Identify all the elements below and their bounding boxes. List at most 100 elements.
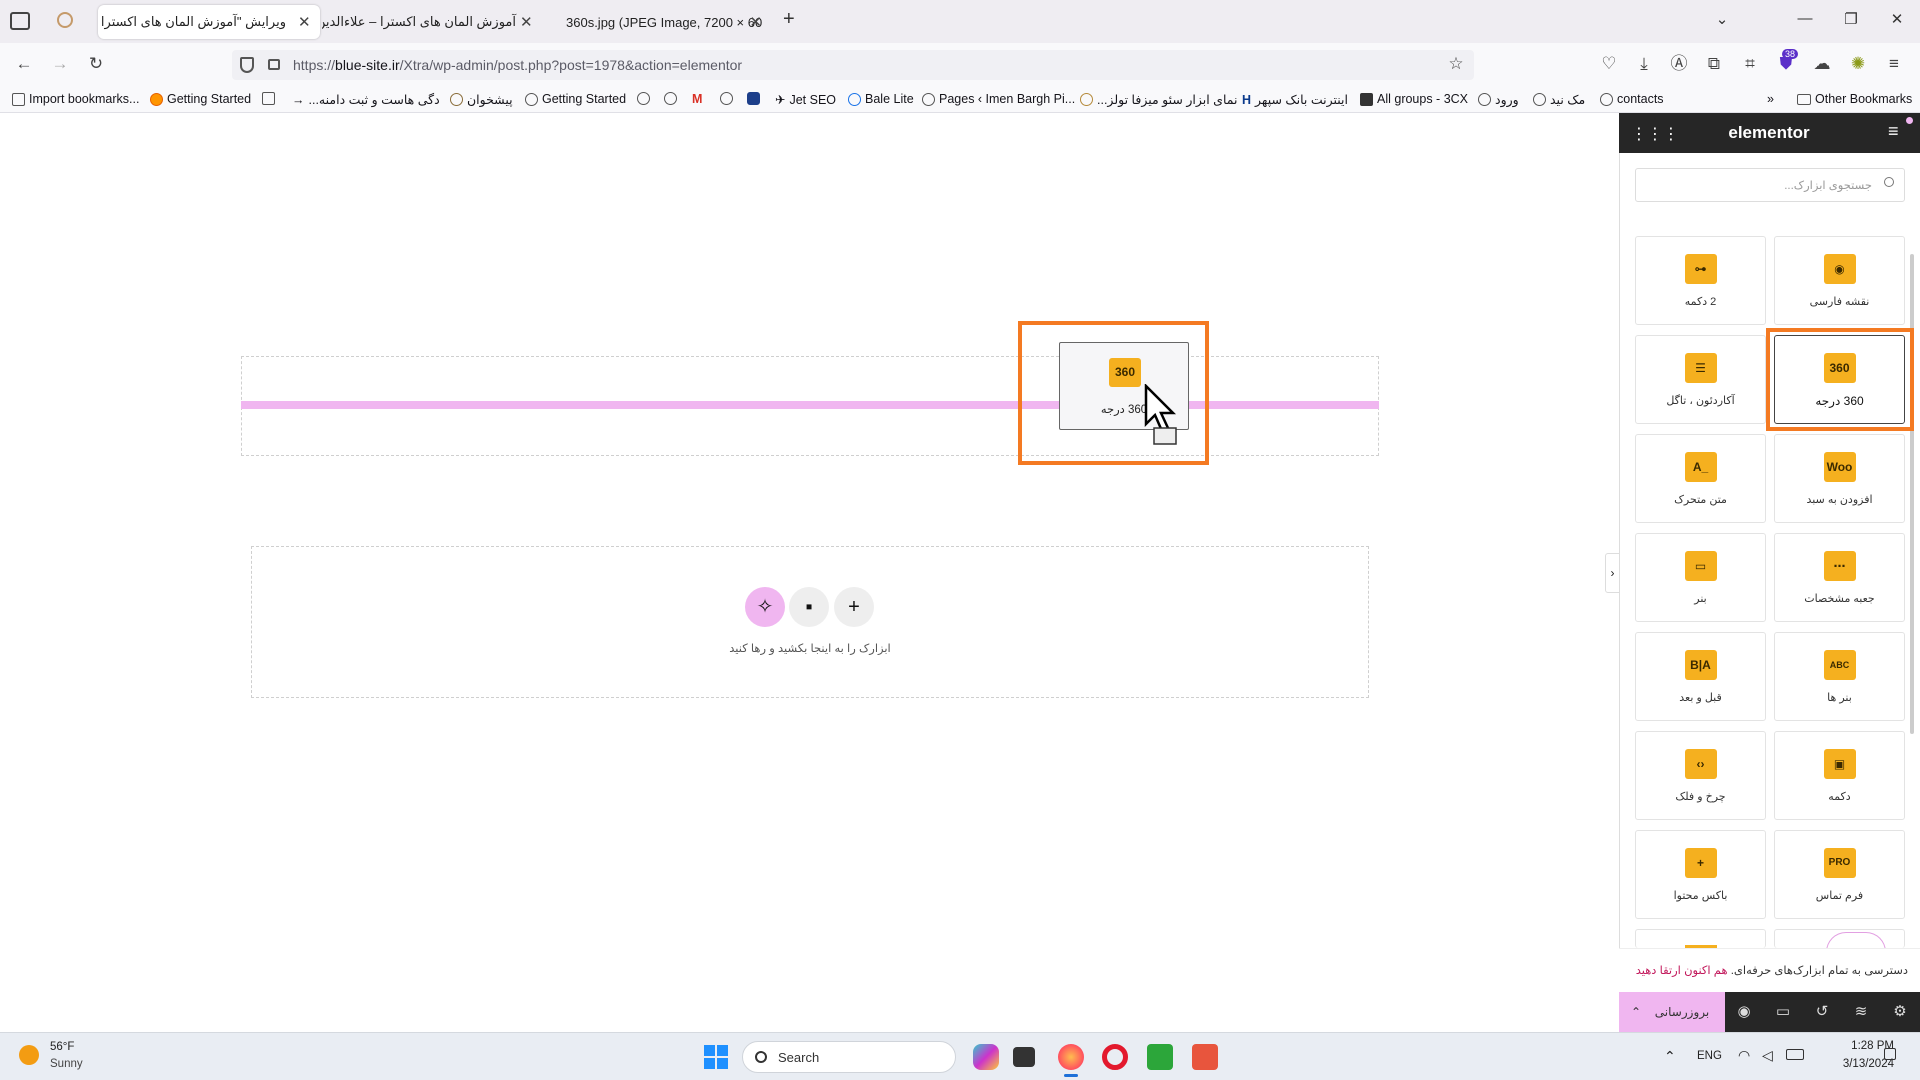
bookmark-item[interactable]: → ...دگی هاست و ثبت دامنه (292, 92, 440, 108)
close-tab-icon[interactable]: ✕ (749, 13, 762, 31)
close-tab-icon[interactable]: ✕ (298, 13, 311, 31)
navigator-layers-icon[interactable]: ≋ (1849, 1000, 1873, 1024)
widget-before-after[interactable]: B|A قبل و بعد (1635, 632, 1766, 721)
copilot-icon[interactable] (973, 1044, 999, 1070)
template-folder-button[interactable]: ▪ (789, 587, 829, 627)
extensions-icon[interactable]: ⧉ (1702, 52, 1726, 76)
extension-gear-icon[interactable]: ✺ (1846, 52, 1870, 76)
add-section-button[interactable]: + (834, 587, 874, 627)
battery-icon[interactable] (1786, 1049, 1804, 1060)
bookmark-item[interactable]: ✈ Jet SEO (775, 92, 836, 108)
tab-list-icon[interactable] (10, 12, 30, 30)
widget-dual-button[interactable]: ⊶ 2 دکمه (1635, 236, 1766, 325)
bookmark-item[interactable]: ...نمای ابزار سئو میزفا تولز (1080, 92, 1237, 107)
widget-accordion[interactable]: ☰ آکاردئون ، تاگل (1635, 335, 1766, 424)
forward-icon[interactable]: → (48, 52, 72, 76)
language-indicator[interactable]: ENG (1697, 1050, 1722, 1062)
opera-icon[interactable] (1102, 1044, 1128, 1070)
chevron-up-icon[interactable]: ⌃ (1631, 992, 1641, 1032)
bookmark-item[interactable] (262, 92, 275, 105)
widget-banners[interactable]: ABC بنر ها (1774, 632, 1905, 721)
upgrade-link[interactable]: هم اکنون ارتقا دهید (1636, 965, 1728, 977)
panel-toggle-icon[interactable]: › (1605, 553, 1620, 593)
responsive-icon[interactable]: ▭ (1771, 1000, 1795, 1024)
restore-icon[interactable]: ❐ (1836, 10, 1866, 28)
widget-add-to-cart[interactable]: Woo افزودن به سبد (1774, 434, 1905, 523)
tab-image[interactable]: 360s.jpg (JPEG Image, 7200 × 60 ✕ (550, 5, 768, 39)
widget-animated-text[interactable]: A_ متن متحرک (1635, 434, 1766, 523)
back-icon[interactable]: ← (12, 52, 36, 76)
file-explorer-icon[interactable] (1013, 1047, 1035, 1067)
shield-icon[interactable] (240, 57, 254, 73)
bookmark-label: Getting Started (167, 92, 252, 106)
tab-post-preview[interactable]: آموزش المان های اکسترا – علاءالدین ✕ (322, 5, 540, 39)
pocket-icon[interactable]: ♡ (1597, 52, 1621, 76)
more-bookmarks-icon[interactable]: » (1767, 92, 1774, 106)
weather-sun-icon[interactable] (19, 1045, 39, 1065)
taskbar-search-label: Search (778, 1050, 820, 1065)
bookmark-item[interactable]: contacts (1600, 92, 1664, 106)
settings-gear-icon[interactable]: ⚙ (1888, 1000, 1912, 1024)
widget-carousel[interactable]: ‹› چرخ و فلک (1635, 731, 1766, 820)
bookmark-item[interactable]: All groups - 3CX (1360, 92, 1468, 106)
crop-icon[interactable]: ⌗ (1738, 52, 1762, 76)
bookmark-item[interactable]: Import bookmarks... (12, 92, 139, 106)
bookmark-item[interactable] (720, 92, 733, 105)
wifi-icon[interactable]: ◠ (1738, 1047, 1750, 1064)
widget-search-input[interactable]: جستجوی ابزارک... (1635, 168, 1905, 202)
bookmark-item[interactable]: Getting Started (150, 92, 251, 106)
minimize-icon[interactable]: — (1790, 10, 1820, 27)
bookmark-item[interactable] (747, 92, 760, 105)
bookmark-item[interactable]: Getting Started (525, 92, 626, 106)
widgets-grid-icon[interactable]: ⋮⋮⋮ (1631, 124, 1679, 144)
bookmark-item[interactable]: ورود (1478, 92, 1519, 107)
widget-partial[interactable] (1635, 929, 1766, 949)
menu-icon[interactable]: ≡ (1882, 52, 1906, 76)
lock-icon[interactable] (268, 59, 280, 70)
new-tab-icon[interactable]: + (783, 8, 795, 31)
notification-icon[interactable] (1884, 1048, 1896, 1060)
extension-cloud-icon[interactable]: ☁ (1810, 52, 1834, 76)
taskbar-search-box[interactable]: Search (742, 1041, 956, 1073)
panel-scrollbar[interactable] (1910, 254, 1914, 734)
bookmark-item[interactable]: پیشخوان (450, 92, 513, 107)
list-all-tabs-icon[interactable]: ⌄ (1707, 10, 1737, 28)
close-tab-icon[interactable]: ✕ (520, 13, 533, 31)
widget-content-box[interactable]: + باکس محتوا (1635, 830, 1766, 919)
bookmark-item[interactable] (637, 92, 650, 105)
bookmark-item[interactable]: Pages ‹ Imen Bargh Pi... (922, 92, 1075, 106)
clock-date[interactable]: 3/13/2024 (1814, 1058, 1894, 1070)
widget-persian-map[interactable]: ◉ نقشه فارسی (1774, 236, 1905, 325)
bookmark-item[interactable] (664, 92, 677, 105)
widget-contact-form[interactable]: PRO فرم تماس (1774, 830, 1905, 919)
url-text[interactable]: https://blue-site.ir/Xtra/wp-admin/post.… (293, 57, 742, 73)
windows-start-icon[interactable] (704, 1045, 728, 1069)
panel-menu-icon[interactable]: ≡ (1888, 121, 1899, 142)
camtasia-green-icon[interactable] (1147, 1044, 1173, 1070)
ai-sparkle-button[interactable]: ✧ (745, 587, 785, 627)
tray-chevron-icon[interactable]: ⌃ (1664, 1048, 1676, 1065)
camtasia-orange-icon[interactable] (1192, 1044, 1218, 1070)
reload-icon[interactable]: ↻ (84, 52, 108, 76)
history-icon[interactable]: ↺ (1810, 1000, 1834, 1024)
bookmark-star-icon[interactable]: ☆ (1444, 52, 1468, 76)
banners-icon: ABC (1823, 650, 1856, 680)
other-bookmarks[interactable]: Other Bookmarks (1797, 92, 1912, 106)
downloads-icon[interactable]: ⤓ (1632, 52, 1656, 76)
pinned-tab-icon[interactable] (57, 12, 73, 28)
account-icon[interactable]: Ⓐ (1667, 52, 1691, 76)
globe-icon (720, 92, 733, 105)
widget-button[interactable]: ▣ دکمه (1774, 731, 1905, 820)
update-button[interactable]: ⌃ بروزرسانی (1619, 992, 1725, 1032)
bookmark-item[interactable]: H اینترنت بانک سپهر (1242, 92, 1348, 108)
preview-eye-icon[interactable]: ◉ (1732, 1000, 1756, 1024)
firefox-icon[interactable] (1058, 1044, 1084, 1070)
bookmark-item[interactable]: مک نید (1533, 92, 1585, 107)
volume-icon[interactable]: ◁ (1762, 1047, 1773, 1064)
widget-banner[interactable]: ▭ بنر (1635, 533, 1766, 622)
widget-info-box[interactable]: ⋯ جعبه مشخصات (1774, 533, 1905, 622)
bookmark-item[interactable]: M (692, 92, 702, 106)
tab-edit-post[interactable]: ویرایش "آموزش المان های اکسترا – علا ✕ (98, 5, 320, 39)
close-window-icon[interactable]: ✕ (1882, 10, 1912, 28)
bookmark-item[interactable]: Bale Lite (848, 92, 914, 106)
